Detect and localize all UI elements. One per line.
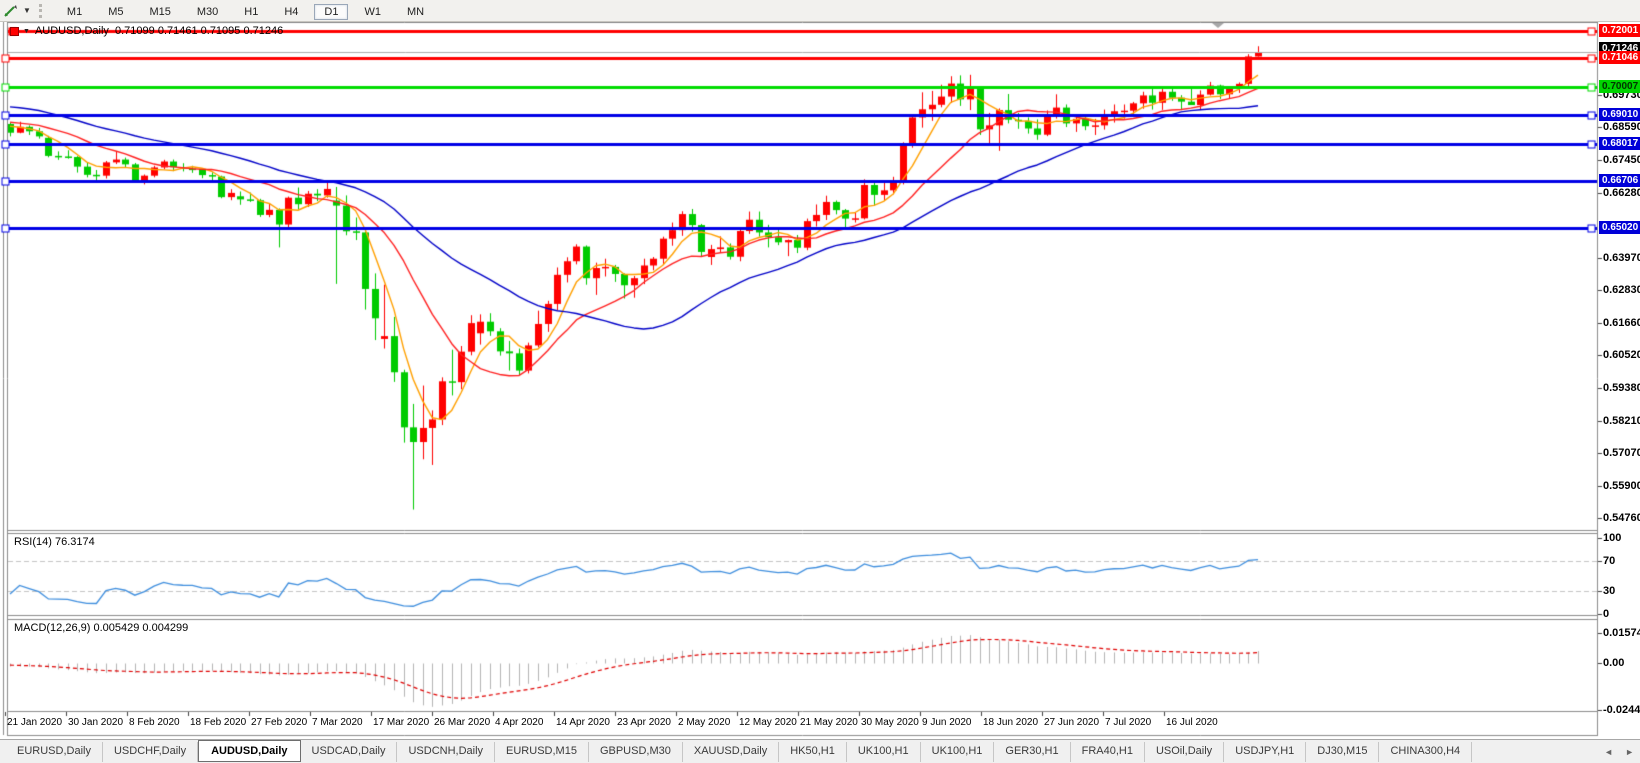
date-axis-label: 8 Feb 2020: [129, 717, 180, 728]
object-triangle-icon: ▼: [23, 27, 30, 35]
price-level-label[interactable]: 0.72001: [1599, 24, 1640, 37]
date-axis-label: 2 May 2020: [678, 717, 731, 728]
price-level-label[interactable]: 0.66706: [1599, 173, 1640, 187]
tab-china300-h4[interactable]: CHINA300,H4: [1379, 742, 1473, 762]
timeframe-toolbar: ▼ M1 M5 M15 M30 H1 H4 D1 W1 MN: [0, 0, 1640, 22]
price-level-label[interactable]: 0.69010: [1599, 108, 1640, 122]
timeframe-buttons: M1 M5 M15 M30 H1 H4 D1 W1 MN: [54, 2, 437, 20]
timeframe-button-w1[interactable]: W1: [354, 4, 391, 20]
price-axis-tick: 0.61660: [1603, 317, 1640, 330]
macd-axis-tick: -0.024412: [1603, 703, 1640, 716]
date-axis-label: 23 Apr 2020: [617, 717, 671, 728]
timeframe-button-h4[interactable]: H4: [274, 4, 308, 20]
rsi-axis-tick: 70: [1603, 554, 1616, 567]
chart-draw-icon[interactable]: [3, 3, 21, 19]
tab-gbpusd-m30[interactable]: GBPUSD,M30: [589, 742, 683, 762]
timeframe-button-h1[interactable]: H1: [234, 4, 268, 20]
date-axis-label: 16 Jul 2020: [1166, 717, 1218, 728]
chart-tabs: EURUSD,Daily USDCHF,Daily AUDUSD,Daily USDC…: [6, 740, 1473, 762]
tab-ger30-h1[interactable]: GER30,H1: [994, 742, 1071, 762]
tab-usdchf-daily[interactable]: USDCHF,Daily: [103, 742, 199, 762]
hline-anchor-marker[interactable]: [10, 26, 19, 36]
dropdown-arrow-icon[interactable]: ▼: [23, 6, 31, 15]
timeframe-button-m5[interactable]: M5: [98, 4, 133, 20]
price-axis-tick: 0.58210: [1603, 414, 1640, 427]
timeframe-button-m30[interactable]: M30: [187, 4, 228, 20]
date-axis-label: 12 May 2020: [739, 717, 797, 728]
price-axis-tick: 0.55900: [1603, 479, 1640, 492]
date-axis-label: 27 Feb 2020: [251, 717, 308, 728]
tab-eurusd-daily[interactable]: EURUSD,Daily: [6, 742, 103, 762]
date-axis-label: 14 Apr 2020: [556, 717, 610, 728]
macd-label: MACD(12,26,9) 0.005429 0.004299: [14, 622, 189, 634]
date-axis-label: 30 May 2020: [861, 717, 919, 728]
price-axis-tick: 0.54760: [1603, 512, 1640, 525]
tab-xauusd-daily[interactable]: XAUUSD,Daily: [683, 742, 780, 762]
tab-scroll-left-icon[interactable]: ◄: [1604, 747, 1613, 757]
rsi-axis-tick: 100: [1603, 532, 1622, 544]
price-axis-tick: 0.66280: [1603, 186, 1640, 199]
tab-uk100-h1[interactable]: UK100,H1: [847, 742, 921, 762]
rsi-label: RSI(14) 76.3174: [14, 536, 95, 548]
date-axis-label: 27 Jun 2020: [1044, 717, 1100, 728]
tab-hk50-h1[interactable]: HK50,H1: [779, 742, 847, 762]
macd-axis-tick: 0.015741: [1603, 626, 1640, 639]
chart-canvas[interactable]: [0, 22, 1640, 738]
rsi-axis-tick: 30: [1603, 585, 1616, 598]
tab-fra40-h1[interactable]: FRA40,H1: [1071, 742, 1145, 762]
date-axis-label: 18 Feb 2020: [190, 717, 247, 728]
price-level-label[interactable]: 0.71046: [1599, 50, 1640, 64]
price-axis-tick: 0.67450: [1603, 153, 1640, 166]
date-axis-label: 9 Jun 2020: [922, 717, 972, 728]
timeframe-button-m15[interactable]: M15: [139, 4, 180, 20]
price-axis-tick: 0.57070: [1603, 446, 1640, 459]
tab-usdcad-daily[interactable]: USDCAD,Daily: [301, 742, 398, 762]
macd-axis-tick: 0.00: [1603, 657, 1625, 669]
timeframe-button-mn[interactable]: MN: [397, 4, 434, 20]
tab-usdjpy-h1[interactable]: USDJPY,H1: [1224, 742, 1307, 762]
price-axis-tick: 0.68590: [1603, 121, 1640, 134]
date-axis-label: 7 Jul 2020: [1105, 717, 1152, 728]
price-axis-tick: 0.63970: [1603, 251, 1640, 264]
date-axis-label: 17 Mar 2020: [373, 717, 430, 728]
price-axis-tick: 0.62830: [1603, 284, 1640, 297]
date-axis-label: 26 Mar 2020: [434, 717, 491, 728]
price-axis-tick: 0.60520: [1603, 349, 1640, 362]
date-axis-label: 21 Jan 2020: [7, 717, 63, 728]
price-level-label[interactable]: 0.65020: [1599, 221, 1640, 235]
timeframe-button-m1[interactable]: M1: [57, 4, 92, 20]
date-axis-label: 21 May 2020: [800, 717, 858, 728]
tab-audusd-daily[interactable]: AUDUSD,Daily: [198, 740, 301, 762]
date-axis-label: 7 Mar 2020: [312, 717, 363, 728]
tab-uk100-h1[interactable]: UK100,H1: [921, 742, 995, 762]
rsi-axis-tick: 0: [1603, 608, 1610, 620]
timeframe-button-d1[interactable]: D1: [314, 3, 349, 20]
tab-scroll-right-icon[interactable]: ►: [1625, 747, 1634, 757]
tab-eurusd-m15[interactable]: EURUSD,M15: [495, 742, 589, 762]
toolbar-grip-handle[interactable]: [38, 3, 46, 18]
price-level-label[interactable]: 0.70007: [1599, 80, 1640, 94]
tab-usdcnh-daily[interactable]: USDCNH,Daily: [397, 742, 496, 762]
date-axis-label: 30 Jan 2020: [68, 717, 124, 728]
price-level-label[interactable]: 0.68017: [1599, 136, 1640, 150]
chart-title-line: ▼ AUDUSD,Daily 0.71099 0.71461 0.71095 0…: [10, 25, 283, 37]
date-axis-label: 4 Apr 2020: [495, 717, 544, 728]
tab-usoil-daily[interactable]: USOil,Daily: [1145, 742, 1225, 762]
chart-ohlc-title: AUDUSD,Daily 0.71099 0.71461 0.71095 0.7…: [34, 25, 284, 37]
price-axis-tick: 0.59380: [1603, 381, 1640, 394]
date-axis-label: 18 Jun 2020: [983, 717, 1039, 728]
tab-dj30-m15[interactable]: DJ30,M15: [1306, 742, 1380, 762]
chart-tab-bar: EURUSD,Daily USDCHF,Daily AUDUSD,Daily USDC…: [0, 739, 1640, 763]
